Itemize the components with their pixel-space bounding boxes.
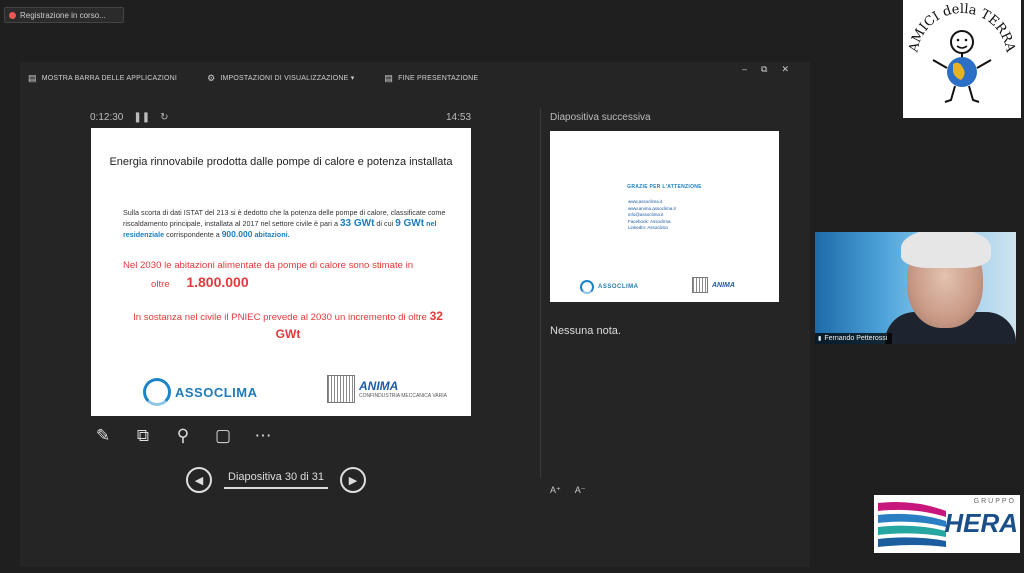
assoclima-mark [143, 378, 171, 406]
slide-body-connector-2: corrispondente a [166, 230, 220, 239]
minimize-icon[interactable]: – [742, 64, 747, 75]
panel-divider [540, 108, 541, 478]
dwellings-value: 900.000 [221, 229, 253, 239]
svg-text:AMICI della TERRA: AMICI della TERRA [906, 2, 1018, 55]
presenter-toolbar: ▤ MOSTRA BARRA DELLE APPLICAZIONI ⚙ IMPO… [28, 70, 478, 86]
presentation-timer: 0:12:30 ❚❚ ↻ [90, 112, 169, 123]
next-anima-text: ANIMA [712, 281, 735, 289]
next-assoclima-mark [580, 280, 594, 294]
pen-icon[interactable]: ✎ [92, 425, 114, 447]
slide-title: Energia rinnovabile prodotta dalle pompe… [109, 156, 453, 168]
speaker-hair [901, 232, 991, 268]
chevron-left-icon: ◀ [194, 474, 204, 487]
all-slides-icon[interactable]: ⧉ [132, 425, 154, 447]
slide-tools: ✎ ⧉ ⚲ ▢ ⋯ [92, 425, 274, 447]
anima-logo: ANIMA CONFINDUSTRIA MECCANICA VARIA [327, 375, 447, 403]
amici-logo-text: AMICI della TERRA [906, 2, 1018, 55]
restore-icon[interactable]: ⧉ [761, 64, 767, 75]
notes-font-controls: A⁺ A⁻ [550, 485, 586, 496]
assoclima-logo: ASSOCLIMA [143, 378, 258, 406]
forecast-2030-text: Nel 2030 le abitazioni alimentate da pom… [123, 258, 453, 293]
elapsed-time: 0:12:30 [90, 112, 124, 123]
participant-name-tag: ▮ Fernando Petterossi [815, 333, 893, 344]
pause-icon[interactable]: ❚❚ [133, 112, 150, 123]
total-power-value: 33 GWt [339, 217, 375, 229]
amici-della-terra-logo: AMICI della TERRA [903, 0, 1021, 118]
end-presentation-icon: ▤ [384, 72, 394, 83]
decrease-font-button[interactable]: A⁻ [575, 485, 586, 496]
show-taskbar-button[interactable]: ▤ MOSTRA BARRA DELLE APPLICAZIONI [28, 73, 177, 84]
signal-icon: ▮ [818, 336, 822, 342]
taskbar-icon: ▤ [28, 72, 37, 83]
display-settings-label: IMPOSTAZIONI DI VISUALIZZAZIONE ▾ [220, 75, 355, 82]
forecast-dwellings-value: 1.800.000 [186, 274, 249, 290]
zoom-icon[interactable]: ⚲ [172, 425, 194, 447]
increase-font-button[interactable]: A⁺ [550, 485, 561, 496]
forecast-sentence: Nel 2030 le abitazioni alimentate da pom… [123, 260, 414, 271]
recording-label: Registrazione in corso... [20, 10, 106, 20]
slide-counter[interactable]: Diapositiva 30 di 31 [224, 471, 329, 489]
settings-icon: ⚙ [207, 72, 216, 83]
reset-timer-icon[interactable]: ↻ [160, 112, 168, 123]
slide-body-connector: di cui [376, 218, 394, 228]
next-slide-link: LinkedIn: Assoclima [628, 225, 668, 230]
hera-group-text: GRUPPO [974, 498, 1016, 505]
display-settings-button[interactable]: ⚙ IMPOSTAZIONI DI VISUALIZZAZIONE ▾ [207, 73, 354, 84]
record-icon [9, 11, 16, 19]
next-assoclima-logo: ASSOCLIMA [580, 280, 639, 294]
amici-logo-graphic: AMICI della TERRA [906, 2, 1018, 103]
anima-mark [327, 375, 355, 403]
assoclima-logo-text: ASSOCLIMA [175, 384, 258, 400]
end-presentation-label: FINE PRESENTAZIONE [398, 74, 479, 82]
pniec-text: In sostanza nel civile il PNIEC prevede … [123, 308, 453, 344]
speaker-notes: Nessuna nota. [550, 325, 621, 337]
next-slide-preview[interactable]: GRAZIE PER L'ATTENZIONE www.assoclima.it… [550, 131, 779, 302]
more-options-icon[interactable]: ⋯ [252, 425, 274, 447]
residential-power-value: 9 GWt [395, 217, 425, 229]
anima-logo-text: ANIMA [359, 379, 399, 393]
hera-logo-graphic: GRUPPO HERA [878, 498, 1018, 547]
clock: 14:53 [446, 112, 472, 123]
next-anima-mark [692, 277, 708, 293]
participant-name: Fernando Petterossi [824, 335, 888, 342]
anima-logo-subtext: CONFINDUSTRIA MECCANICA VARIA [359, 393, 447, 399]
slide-body-text: Sulla scorta di dati ISTAT del 213 si è … [123, 208, 453, 241]
pniec-sentence: In sostanza nel civile il PNIEC prevede … [133, 312, 427, 323]
end-presentation-button[interactable]: ▤ FINE PRESENTAZIONE [384, 73, 478, 84]
recording-indicator[interactable]: Registrazione in corso... [4, 7, 124, 23]
window-controls: – ⧉ ✕ [742, 64, 789, 75]
dwellings-label: abitazioni. [254, 230, 290, 239]
next-slide-thanks: GRAZIE PER L'ATTENZIONE [627, 184, 702, 190]
close-icon[interactable]: ✕ [781, 64, 789, 75]
next-assoclima-text: ASSOCLIMA [598, 284, 639, 290]
chevron-right-icon: ▶ [348, 474, 358, 487]
previous-slide-button[interactable]: ◀ [186, 467, 212, 493]
next-anima-logo: ANIMA [692, 277, 735, 293]
hera-name-text: HERA [944, 508, 1018, 538]
slide-navigation: ◀ Diapositiva 30 di 31 ▶ [186, 467, 367, 493]
show-taskbar-label: MOSTRA BARRA DELLE APPLICAZIONI [41, 74, 178, 82]
black-screen-icon[interactable]: ▢ [212, 425, 234, 447]
next-slide-links: www.assoclima.it www.anima.assoclima.it … [628, 199, 676, 232]
forecast-oltre: oltre [151, 279, 170, 290]
current-slide: Energia rinnovabile prodotta dalle pompe… [91, 128, 471, 416]
webcam-feed: ▮ Fernando Petterossi [815, 232, 1016, 344]
gruppo-hera-logo: GRUPPO HERA [874, 495, 1020, 553]
next-slide-button[interactable]: ▶ [340, 467, 367, 493]
next-slide-label: Diapositiva successiva [550, 112, 651, 123]
